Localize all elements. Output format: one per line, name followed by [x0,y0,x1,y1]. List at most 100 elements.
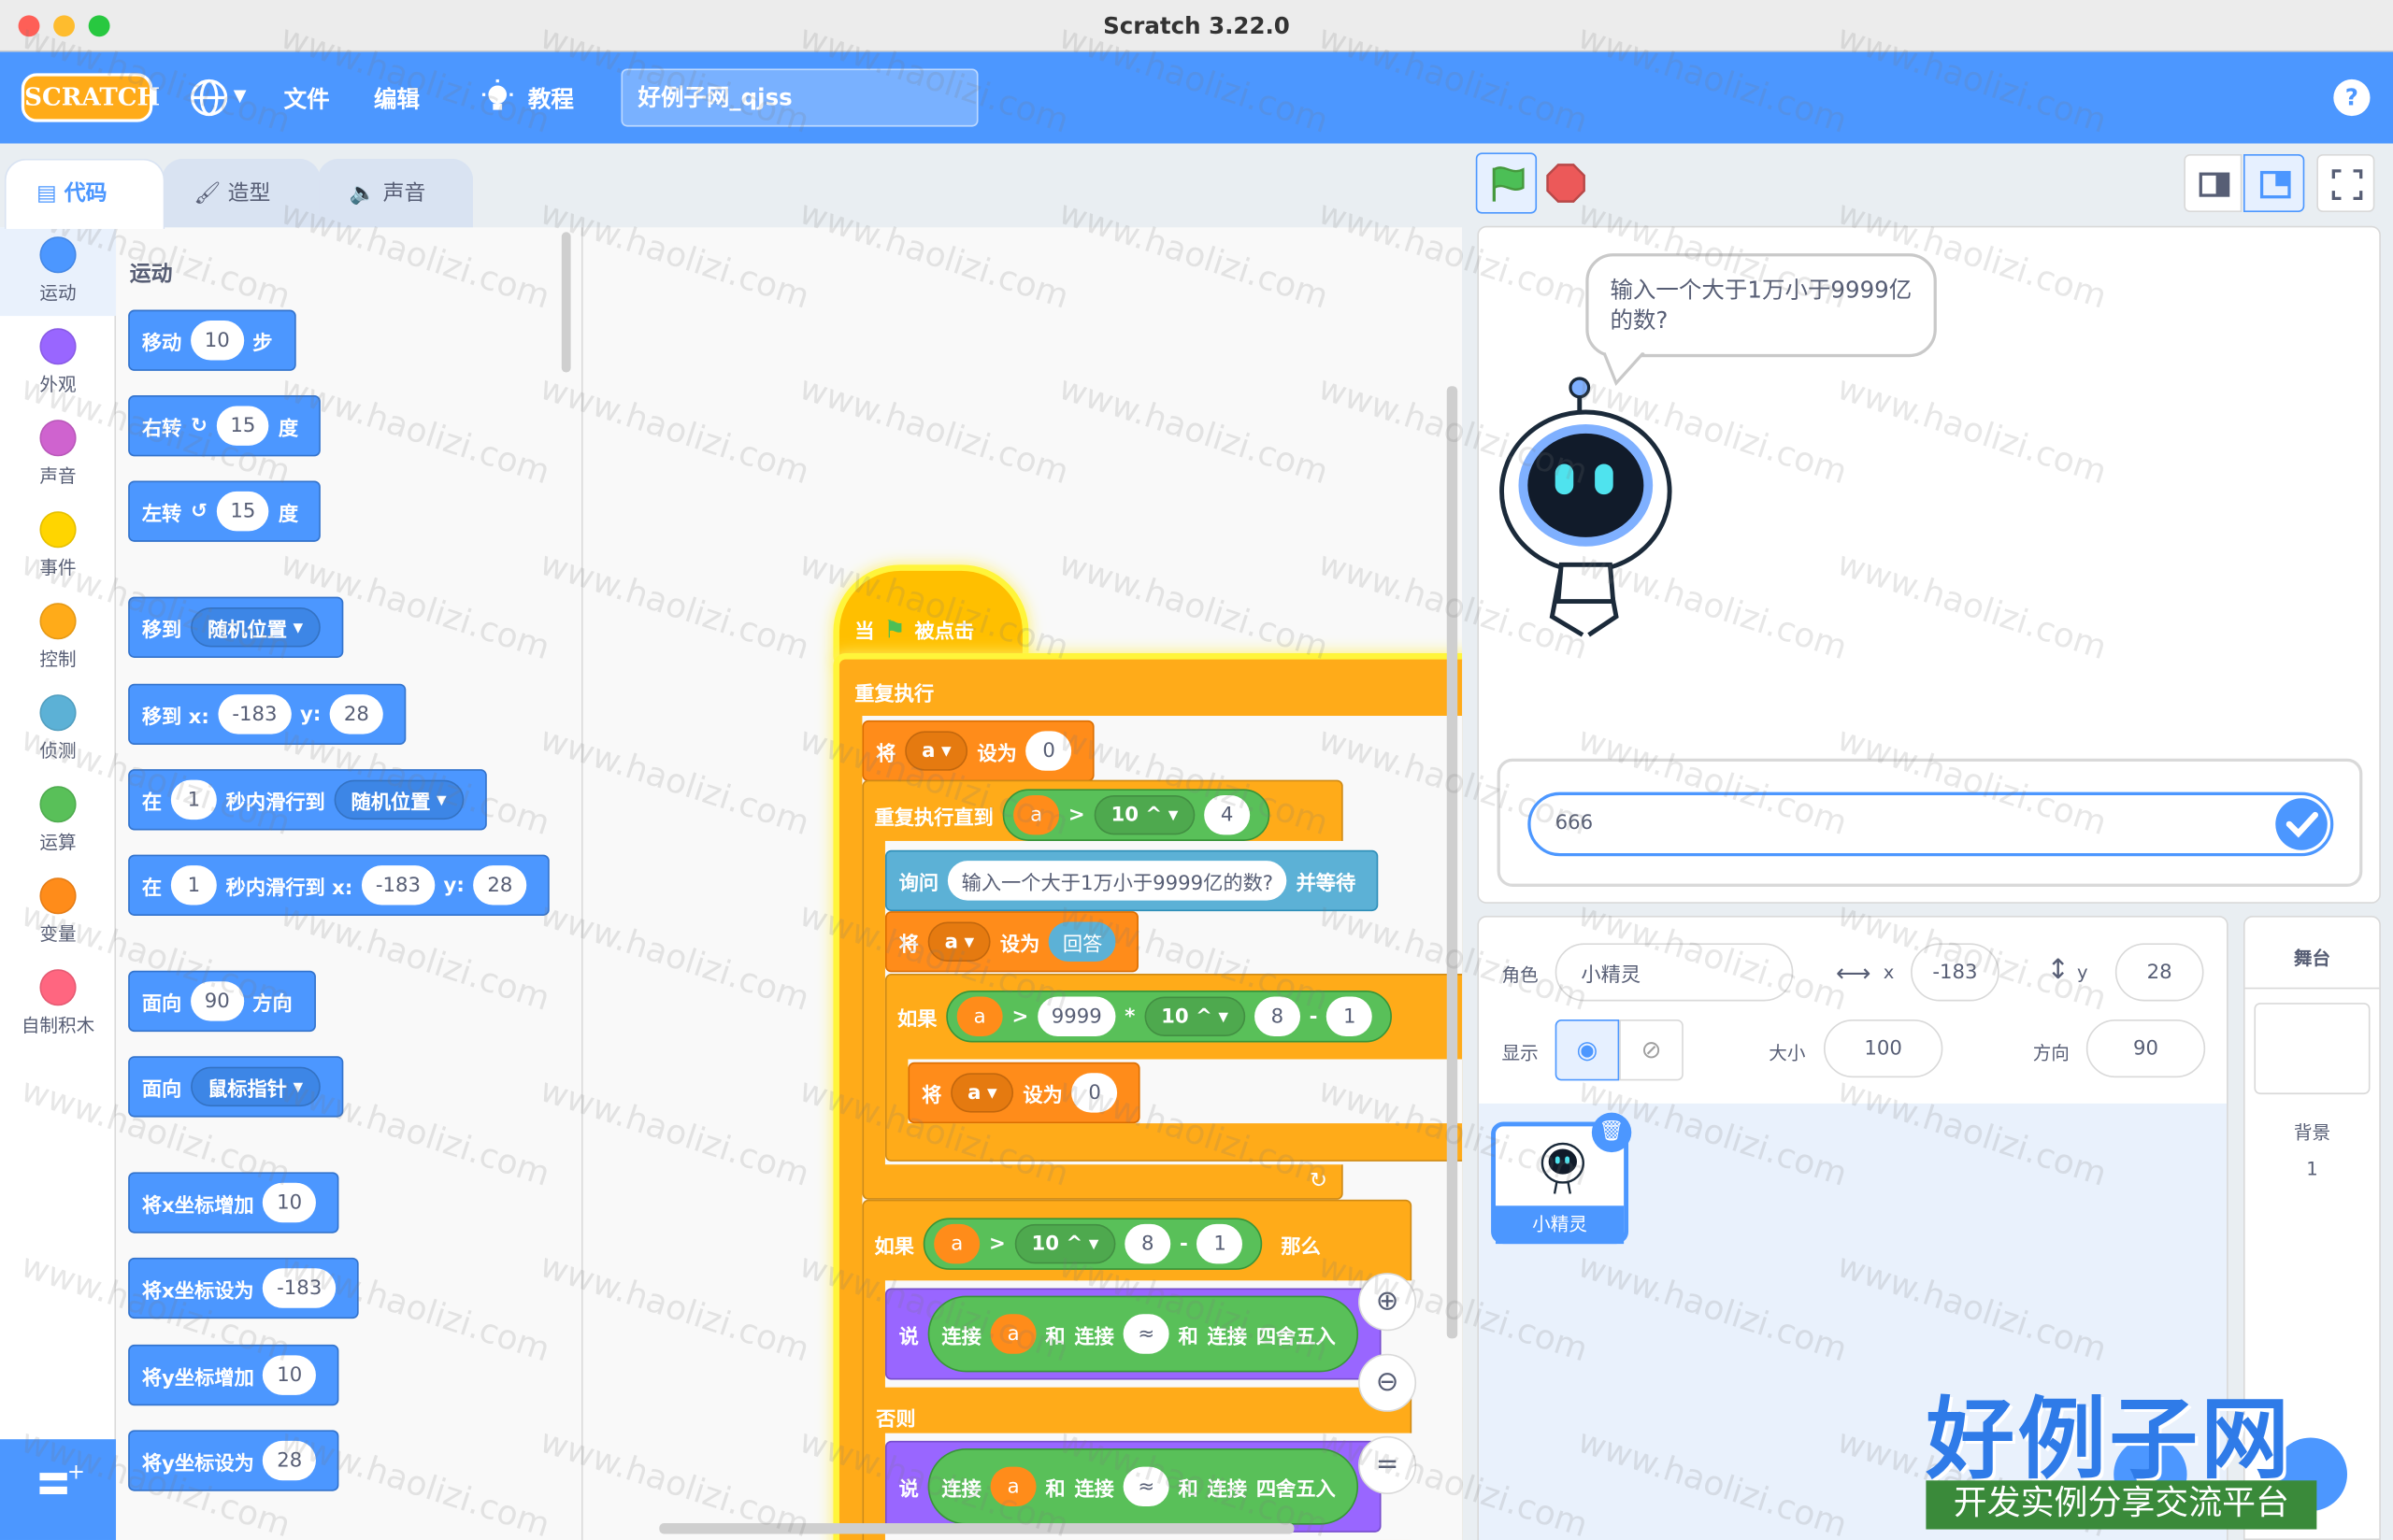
brush-icon: 🖌 [193,181,222,207]
sprite-thumbnail-label: 小精灵 [1495,1205,1625,1245]
block-glide-to[interactable]: 在 1 秒内滑行到 随机位置 ▾ [128,769,487,831]
category-6[interactable]: 运算 [0,786,116,854]
if-else-header: 如果 a >10 ^ ▾ 8-1 那么 [862,1213,1341,1274]
block-turn-left[interactable]: 左转 ↺ 15 度 [128,480,322,542]
block-set-a-0-inner[interactable]: 将 a ▾ 设为 0 [908,1062,1141,1124]
category-5[interactable]: 侦测 [0,694,116,763]
hide-sprite-button[interactable]: ⊘ [1619,1020,1684,1081]
code-icon: ▤ [36,181,57,207]
block-goto-xy[interactable]: 移到 x: -183 y: 28 [128,683,407,746]
x-input[interactable]: -183 [1911,943,1999,1002]
large-stage-button[interactable] [2243,153,2305,213]
if-else-condition: a >10 ^ ▾ 8-1 [923,1218,1263,1270]
block-point-direction[interactable]: 面向 90 方向 [128,970,316,1033]
block-point-towards[interactable]: 面向 鼠标指针 ▾ [128,1056,343,1118]
tab-costumes-label: 造型 [227,181,271,207]
category-label: 外观 [39,374,77,396]
category-3[interactable]: 事件 [0,511,116,579]
block-say-2[interactable]: 说 连接 a 和连接 ≈ 和连接 四舍五入 [884,1440,1382,1533]
backdrop-thumbnail[interactable] [2254,1003,2371,1095]
answer-submit-button[interactable] [2275,798,2328,850]
palette-scrollbar[interactable] [561,232,571,373]
direction-label: 方向 [2032,1042,2070,1064]
small-stage-button[interactable] [2184,153,2243,213]
zoom-in-button[interactable]: ⊕ [1358,1273,1417,1332]
add-extension-button[interactable]: + [0,1439,117,1540]
stop-button[interactable] [1544,162,1587,205]
x-label: x [1883,961,1895,983]
category-1[interactable]: 外观 [0,328,116,396]
forever-label: 重复执行 [854,683,935,707]
delete-sprite-button[interactable]: 🗑 [1591,1112,1632,1153]
menu-edit[interactable]: 编辑 [374,82,420,114]
tab-sounds[interactable]: 🔈 声音 [317,158,474,229]
category-4[interactable]: 控制 [0,603,116,671]
category-label: 侦测 [39,740,77,763]
palette-heading: 运动 [129,262,173,288]
stage[interactable]: 输入一个大于1万小于9999亿的数? 666 [1477,225,2381,904]
fullscreen-button[interactable] [2316,153,2375,213]
category-label: 声音 [39,465,77,488]
block-set-a-0[interactable]: 将 a ▾ 设为 0 [862,720,1096,782]
large-stage-icon [2259,170,2291,199]
rotate-left-icon: ↺ [191,499,208,523]
category-8[interactable]: 自制积木 [0,969,116,1037]
category-7[interactable]: 变量 [0,877,116,946]
workspace-hscrollbar[interactable] [659,1523,1295,1534]
eye-slash-icon: ⊘ [1641,1034,1662,1064]
brand-watermark: 好例子网 [1926,1387,2293,1491]
equals-icon: = [1375,1447,1399,1481]
backdrop-label: 背景 [2293,1121,2331,1144]
lightbulb-icon[interactable] [480,78,514,116]
block-set-x[interactable]: 将x坐标设为 -183 [128,1257,359,1319]
block-goto[interactable]: 移到 随机位置 ▾ [128,596,343,658]
y-label: y [2077,961,2088,983]
workspace-vscrollbar[interactable] [1446,386,1458,1339]
show-sprite-button[interactable]: ◉ [1555,1020,1620,1081]
block-turn-right[interactable]: 右转 ↻ 15 度 [128,395,322,457]
sprite-name-input[interactable]: 小精灵 [1555,943,1794,1002]
y-input[interactable]: 28 [2114,943,2204,1002]
green-flag-button[interactable] [1475,152,1538,214]
svg-text:+: + [67,1461,85,1485]
block-move-steps[interactable]: 移动 10 步 [128,309,296,371]
answer-input[interactable]: 666 [1527,791,2334,857]
help-icon[interactable]: ? [2333,78,2371,117]
block-change-y[interactable]: 将y坐标增加 10 [128,1344,339,1406]
menu-bar: SCRATCH ▼ 文件 编辑 教程 好例子网_qjss ? [0,51,2393,144]
zoom-reset-button[interactable]: = [1358,1435,1417,1494]
robot-sprite[interactable] [1494,373,1677,648]
trash-icon: 🗑 [1598,1119,1625,1144]
globe-icon[interactable] [189,78,228,117]
extension-icon: + [39,1461,85,1494]
brand-watermark-subtitle: 开发实例分享交流平台 [1926,1480,2317,1530]
block-say-1[interactable]: 说 连接 a 和连接 ≈ 和连接 四舍五入 [884,1288,1382,1380]
category-label: 事件 [39,557,77,579]
block-set-y[interactable]: 将y坐标设为 28 [128,1430,339,1491]
zoom-out-button[interactable]: ⊖ [1358,1353,1417,1412]
project-name-input[interactable]: 好例子网_qjss [621,68,979,127]
block-set-a-answer[interactable]: 将 a ▾ 设为 回答 [884,911,1139,973]
direction-input[interactable]: 90 [2085,1020,2206,1078]
block-change-x[interactable]: 将x坐标增加 10 [128,1172,339,1233]
ask-prompt-box: 666 [1497,758,2363,887]
rotate-right-icon: ↻ [191,414,208,437]
block-glide-xy[interactable]: 在 1 秒内滑行到 x: -183 y: 28 [128,854,550,916]
tab-costumes[interactable]: 🖌 造型 [162,158,321,229]
stop-icon [1546,164,1585,203]
code-workspace[interactable]: 当 ⚑ 被点击 重复执行 将 a ▾ 设为 0 重复执行直到 a >10 ^ ▾ 4 询问 输入一个… [582,227,1463,1540]
scratch-logo[interactable]: SCRATCH [21,73,160,122]
menu-tutorials[interactable]: 教程 [528,82,574,114]
category-label: 运动 [39,282,77,305]
category-0[interactable]: 运动 [0,236,116,305]
menu-file[interactable]: 文件 [284,82,330,114]
hat-block-label: 当 ⚑ 被点击 [854,615,975,645]
block-ask-and-wait[interactable]: 询问 输入一个大于1万小于9999亿的数? 并等待 [884,849,1379,912]
size-input[interactable]: 100 [1824,1020,1943,1078]
small-stage-icon [2199,172,2230,197]
language-chevron-icon[interactable]: ▼ [234,85,247,105]
tab-code[interactable]: ▤ 代码 [4,158,165,229]
category-dot-icon [39,511,77,549]
category-2[interactable]: 声音 [0,420,116,488]
category-dot-icon [39,420,77,457]
